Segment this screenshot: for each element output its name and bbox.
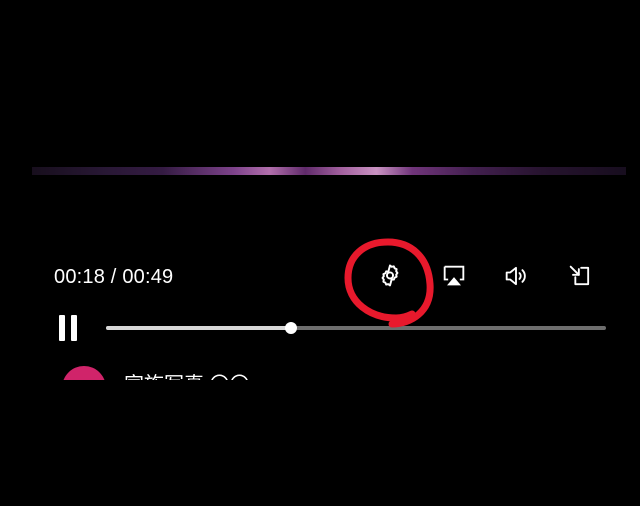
airplay-button[interactable] (436, 258, 472, 294)
progress-fill (106, 326, 291, 330)
volume-icon (502, 262, 530, 290)
channel-avatar[interactable] (62, 366, 106, 380)
airplay-icon (440, 262, 468, 290)
picture-in-picture-button[interactable] (562, 258, 598, 294)
progress-thumb[interactable] (285, 322, 297, 334)
pause-button[interactable] (52, 310, 84, 346)
pause-icon (56, 315, 80, 341)
time-display: 00:18 / 00:49 (54, 266, 174, 288)
volume-button[interactable] (498, 258, 534, 294)
next-video-item[interactable]: 家族写真 〇〇 (0, 364, 640, 380)
pip-icon (566, 262, 594, 290)
progress-bar[interactable] (106, 322, 606, 334)
video-frame[interactable] (32, 167, 626, 175)
next-video-title[interactable]: 家族写真 〇〇 (124, 368, 250, 380)
gear-icon (377, 263, 403, 289)
settings-button[interactable] (372, 258, 408, 294)
